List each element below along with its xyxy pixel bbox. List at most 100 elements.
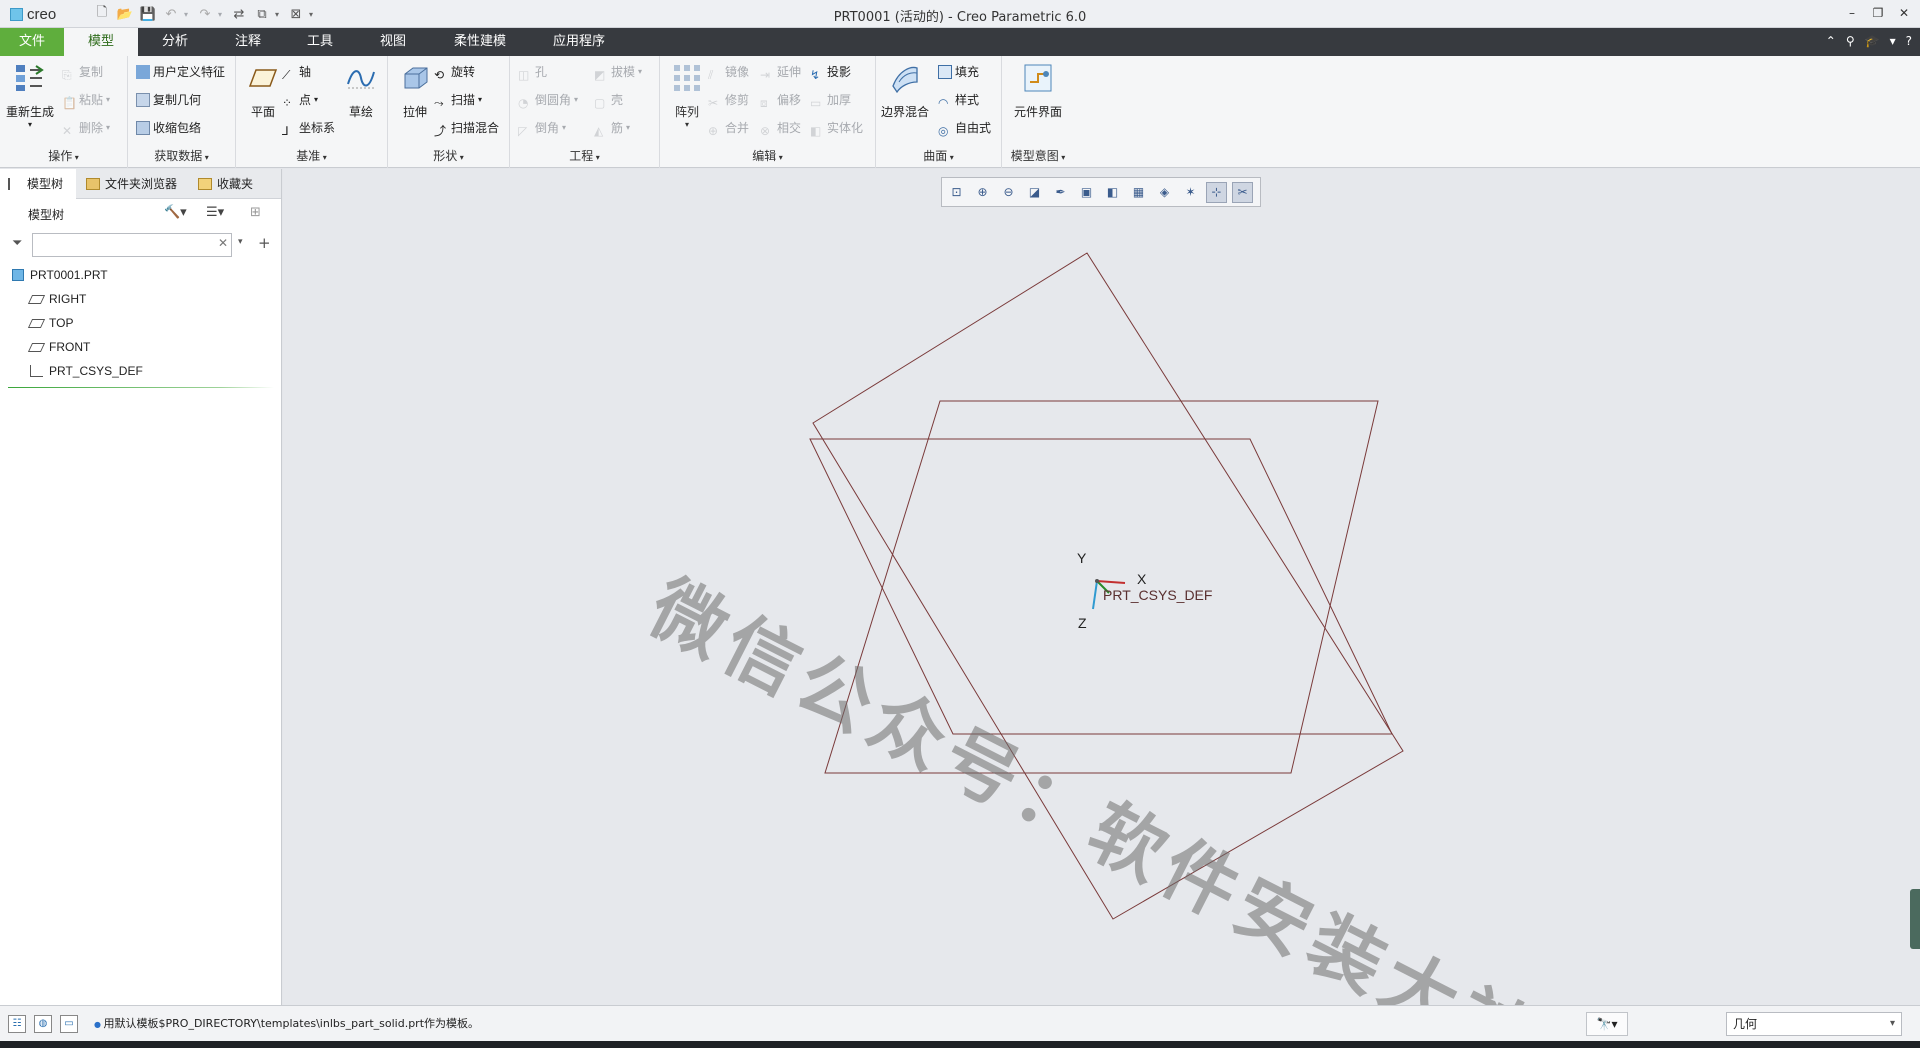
tab-file[interactable]: 文件 <box>0 28 64 56</box>
tree-item-csys[interactable]: PRT_CSYS_DEF <box>30 361 143 381</box>
saved-orientations-icon[interactable]: ◧ <box>1102 182 1123 203</box>
tab-model-tree[interactable]: 模型树 <box>0 169 76 199</box>
merge-button[interactable]: ⊕ 合并 <box>708 118 749 138</box>
tab-annotate[interactable]: 注释 <box>212 28 284 56</box>
tab-view[interactable]: 视图 <box>356 28 430 56</box>
datum-group-label[interactable]: 基准 <box>236 147 387 164</box>
display-style-icon[interactable]: ▣ <box>1076 182 1097 203</box>
tab-favorites[interactable]: 收藏夹 <box>190 169 278 199</box>
hole-button[interactable]: ◫ 孔 <box>518 62 547 82</box>
tree-item-front[interactable]: FRONT <box>27 337 90 357</box>
open-folder-icon[interactable]: 📂 <box>115 4 135 24</box>
copy-button[interactable]: ⎘ 复制 <box>62 62 103 82</box>
swept-blend-button[interactable]: ⤴ 扫描混合 <box>434 118 499 138</box>
filter-funnel-icon[interactable]: ⏷ <box>12 236 22 251</box>
windows-dropdown-icon[interactable]: ▾ <box>275 10 283 19</box>
undo-dropdown-icon[interactable]: ▾ <box>184 10 192 19</box>
sweep-button[interactable]: ⤳ 扫描 ▾ <box>434 90 482 110</box>
zoom-out-icon[interactable]: ⊖ <box>998 182 1019 203</box>
view-manager-icon[interactable]: ▦ <box>1128 182 1149 203</box>
full-screen-icon[interactable]: ▭ <box>60 1015 78 1033</box>
close-button[interactable]: ✕ <box>1894 3 1914 23</box>
sketch-button[interactable]: 草绘 <box>334 62 388 120</box>
repaint-icon[interactable]: ◪ <box>1024 182 1045 203</box>
pattern-dropdown-icon[interactable]: ▾ <box>660 120 714 129</box>
thicken-button[interactable]: ▭ 加厚 <box>810 90 851 110</box>
surfaces-group-label[interactable]: 曲面 <box>876 147 1001 164</box>
redo-icon[interactable]: ↷ <box>195 4 215 24</box>
tab-flexible-modeling[interactable]: 柔性建模 <box>430 28 530 56</box>
toggle-navigator-icon[interactable]: ☷ <box>8 1015 26 1033</box>
chamfer-button[interactable]: ◸ 倒角 ▾ <box>518 118 566 138</box>
offset-button[interactable]: ⧈ 偏移 <box>760 90 801 110</box>
save-icon[interactable]: 💾 <box>138 4 158 24</box>
find-button[interactable]: 🔭▾ <box>1586 1012 1628 1036</box>
tree-insert-indicator[interactable] <box>8 387 274 388</box>
udf-button[interactable]: 用户定义特征 <box>136 62 225 82</box>
paste-button[interactable]: 📋 粘贴 ▾ <box>62 90 110 110</box>
settings-dropdown-icon[interactable]: ▾ <box>1890 34 1896 48</box>
tree-item-right[interactable]: RIGHT <box>27 289 86 309</box>
tree-item-top[interactable]: TOP <box>27 313 73 333</box>
clear-search-icon[interactable]: ✕ <box>218 236 228 250</box>
shell-button[interactable]: ▢ 壳 <box>594 90 623 110</box>
operations-group-label[interactable]: 操作 <box>0 147 127 164</box>
new-file-icon[interactable]: 🗋 <box>92 4 112 24</box>
get-data-group-label[interactable]: 获取数据 <box>128 147 235 164</box>
trim-button[interactable]: ✂ 修剪 <box>708 90 749 110</box>
solidify-button[interactable]: ◧ 实体化 <box>810 118 863 138</box>
zoom-in-icon[interactable]: ⊕ <box>972 182 993 203</box>
collapse-ribbon-icon[interactable]: ⌃ <box>1826 34 1836 48</box>
component-interface-button[interactable]: 元件界面 <box>1011 62 1065 120</box>
regenerate-dropdown-icon[interactable]: ▾ <box>3 120 57 129</box>
shapes-group-label[interactable]: 形状 <box>388 147 509 164</box>
rib-button[interactable]: ◭ 筋 ▾ <box>594 118 630 138</box>
undo-icon[interactable]: ↶ <box>161 4 181 24</box>
engineering-group-label[interactable]: 工程 <box>510 147 659 164</box>
tab-tools[interactable]: 工具 <box>284 28 356 56</box>
tab-folder-browser[interactable]: 文件夹浏览器 <box>78 169 188 199</box>
help-icon[interactable]: ? <box>1906 34 1912 48</box>
graphics-window[interactable]: Y X Z PRT_CSYS_DEF 微信公众号：软件安装大神 ⊡ ⊕ ⊖ ◪ … <box>283 169 1920 1005</box>
tree-show-icon[interactable]: ☰▾ <box>206 205 224 220</box>
tree-item-part[interactable]: PRT0001.PRT <box>12 265 108 285</box>
search-commands-icon[interactable]: ⚲ <box>1846 34 1855 48</box>
regenerate-quick-icon[interactable]: ⇄ <box>229 4 249 24</box>
close-window-icon[interactable]: ⊠ <box>286 4 306 24</box>
tab-analysis[interactable]: 分析 <box>138 28 212 56</box>
view-normal-icon[interactable]: ✒ <box>1050 182 1071 203</box>
tree-search-input[interactable] <box>32 233 232 257</box>
add-filter-icon[interactable]: + <box>258 234 271 252</box>
annotation-display-icon[interactable]: ✂ <box>1232 181 1253 203</box>
revolve-button[interactable]: ⟲ 旋转 <box>434 62 475 82</box>
round-button[interactable]: ◔ 倒圆角 ▾ <box>518 90 578 110</box>
tree-settings-icon[interactable]: 🔨▾ <box>164 205 187 220</box>
minimize-button[interactable]: – <box>1842 3 1862 23</box>
restore-button[interactable]: ❐ <box>1868 3 1888 23</box>
shrinkwrap-button[interactable]: 收缩包络 <box>136 118 201 138</box>
perspective-icon[interactable]: ◈ <box>1154 182 1175 203</box>
draft-button[interactable]: ◩ 拔模 ▾ <box>594 62 642 82</box>
style-button[interactable]: ◠ 样式 <box>938 90 979 110</box>
refit-icon[interactable]: ⊡ <box>946 182 967 203</box>
spin-center-icon[interactable]: ⊹ <box>1206 181 1227 203</box>
windows-icon[interactable]: ⧉ <box>252 4 272 24</box>
tab-applications[interactable]: 应用程序 <box>530 28 628 56</box>
redo-dropdown-icon[interactable]: ▾ <box>218 10 226 19</box>
copy-geometry-button[interactable]: 复制几何 <box>136 90 201 110</box>
freestyle-button[interactable]: ◎ 自由式 <box>938 118 991 138</box>
selection-filter-select[interactable]: 几何 <box>1726 1012 1902 1036</box>
boundary-blend-button[interactable]: 边界混合 <box>878 62 932 120</box>
extend-button[interactable]: ⇥ 延伸 <box>760 62 801 82</box>
customize-toolbar-icon[interactable]: ▾ <box>309 10 317 19</box>
datum-display-icon[interactable]: ✶ <box>1180 182 1201 203</box>
axis-button[interactable]: ⟋ 轴 <box>282 62 311 82</box>
tab-model[interactable]: 模型 <box>64 28 138 56</box>
project-button[interactable]: ↯ 投影 <box>810 62 851 82</box>
search-options-icon[interactable]: ▾ <box>238 237 243 247</box>
tree-columns-icon[interactable]: ⊞ <box>250 205 261 220</box>
learning-icon[interactable]: 🎓 <box>1865 34 1880 48</box>
toggle-browser-icon[interactable]: ◍ <box>34 1015 52 1033</box>
graphics-side-handle[interactable] <box>1910 889 1920 949</box>
intersect-button[interactable]: ⊗ 相交 <box>760 118 801 138</box>
